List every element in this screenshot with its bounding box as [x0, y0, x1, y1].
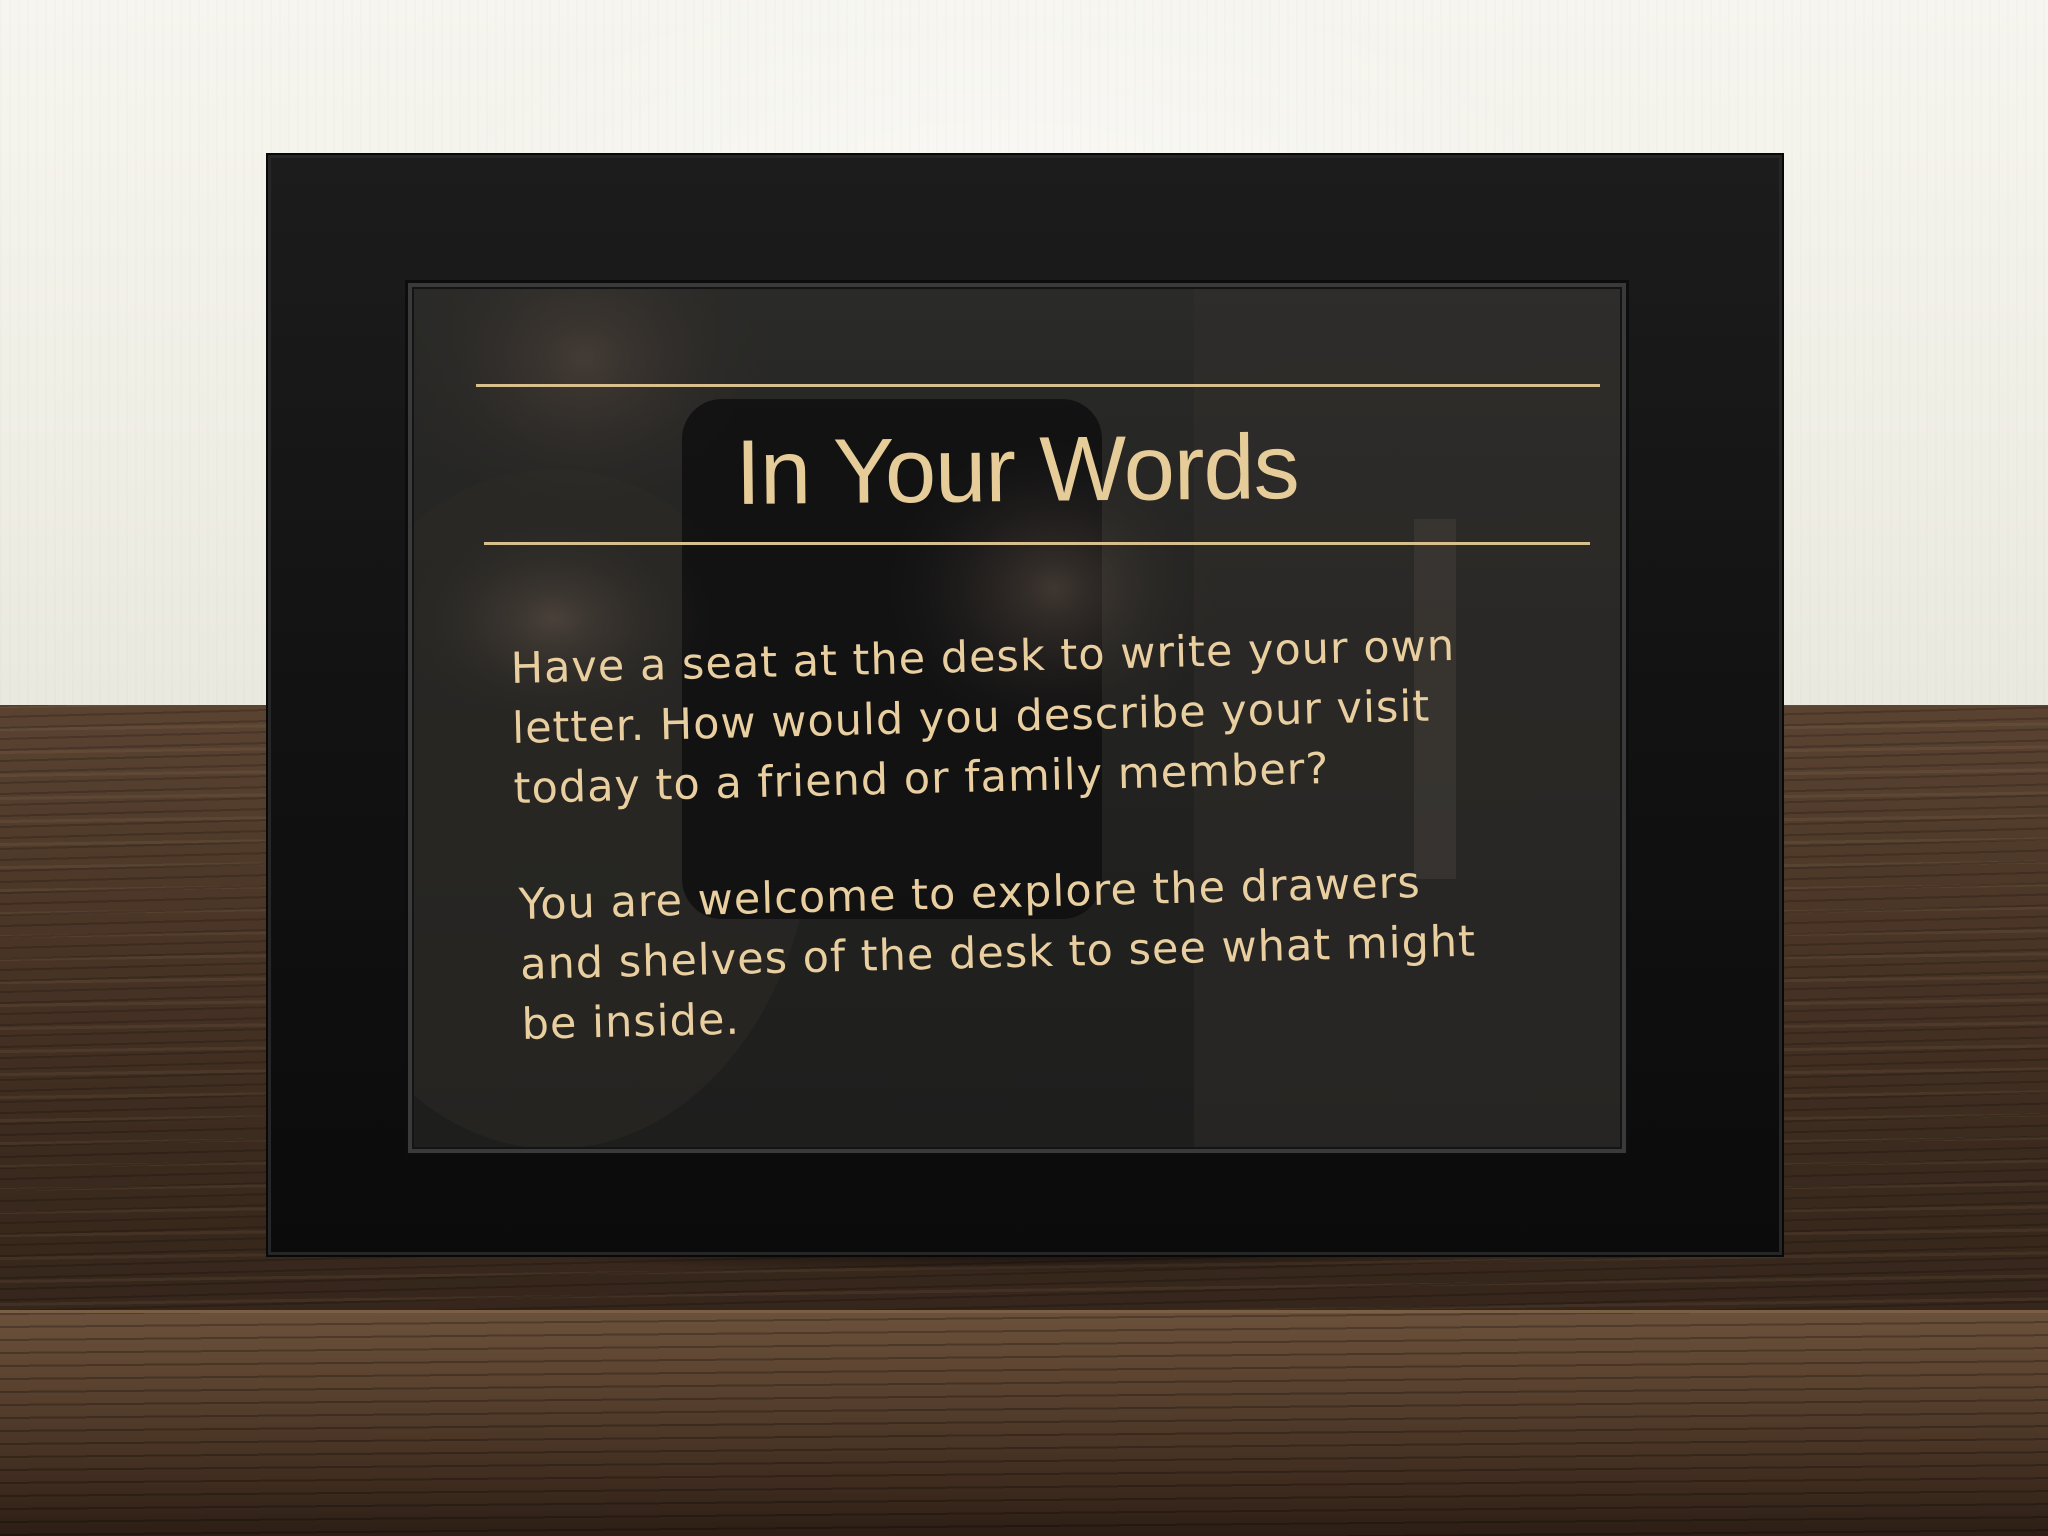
photo-scene: In Your Words Have a seat at the desk to…	[0, 0, 2048, 1536]
title-rule-top	[476, 384, 1600, 387]
sign-title: In Your Words	[734, 416, 1300, 524]
title-rule-bottom	[484, 542, 1590, 545]
sign-paragraph-2: You are welcome to explore the drawers a…	[518, 857, 1477, 1050]
picture-frame: In Your Words Have a seat at the desk to…	[268, 155, 1782, 1255]
desk-front-edge	[0, 1310, 2048, 1536]
sign-panel: In Your Words Have a seat at the desk to…	[414, 289, 1620, 1147]
sign-paragraph-1: Have a seat at the desk to write your ow…	[510, 620, 1456, 814]
